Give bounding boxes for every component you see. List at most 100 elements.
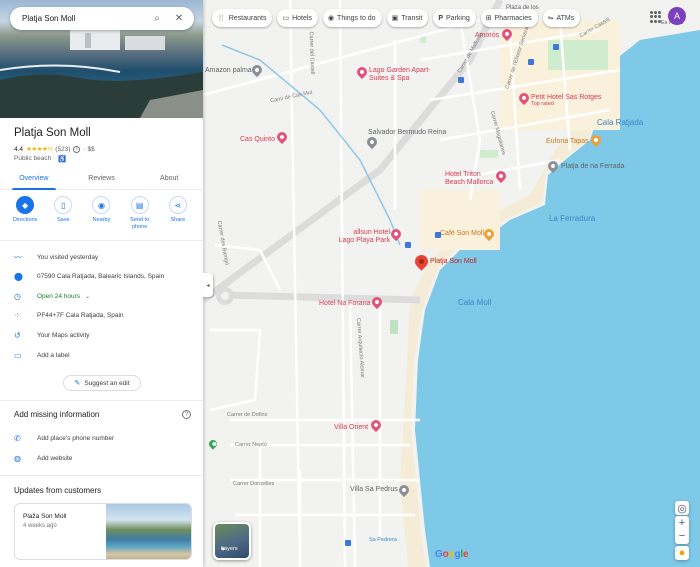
map-label-cas-quinto[interactable]: Cas Quinto: [240, 136, 275, 143]
map-label-sa-pedrera: Sa Pedrera: [369, 537, 397, 543]
hotel-icon: ▭: [282, 15, 290, 22]
divider: [0, 400, 203, 401]
map-label-top-rated: Top rated: [531, 101, 554, 107]
category-chips: 🍴 Restaurants ▭ Hotels ◉ Things to do ▣ Tran…: [212, 9, 581, 27]
update-card-title: Plaža Son Moll: [23, 513, 67, 520]
place-panel: ⌕ ✕ Platja Son Moll 4.4 ★★★★½ (523) i · …: [0, 0, 203, 567]
category-row: Public beach · ♿: [14, 155, 66, 163]
review-count[interactable]: (523): [55, 146, 70, 153]
chip-hotels[interactable]: ▭ Hotels: [277, 9, 318, 27]
phone-icon: ✆: [14, 433, 21, 443]
parking-icon: P: [438, 14, 444, 22]
send-to-phone-button[interactable]: ▤ Send to phone: [124, 196, 156, 231]
trending-icon: 〰: [14, 252, 22, 262]
add-phone-row[interactable]: ✆ Add place's phone number: [0, 429, 203, 447]
globe-icon: ◍: [14, 453, 21, 463]
my-location-icon[interactable]: ◎: [675, 501, 689, 515]
updates-title: Updates from customers: [14, 486, 102, 495]
update-card[interactable]: Plaža Son Moll 4 weeks ago: [14, 503, 192, 560]
pegman-icon[interactable]: ●: [675, 546, 689, 560]
info-circle-icon[interactable]: i: [73, 145, 81, 153]
bus-stop-icon[interactable]: [458, 77, 464, 83]
close-icon[interactable]: ✕: [172, 13, 186, 24]
chip-things-to-do[interactable]: ◉ Things to do: [322, 9, 382, 27]
hours-row[interactable]: ◷ Open 24 hours ⌄: [0, 287, 203, 305]
rating-value: 4.4: [14, 145, 24, 153]
plus-code-icon: ⁘: [14, 310, 21, 320]
atm-icon: ⇋: [547, 15, 554, 22]
help-icon[interactable]: ?: [182, 410, 191, 419]
bus-stop-icon[interactable]: [528, 59, 534, 65]
bus-stop-icon[interactable]: [435, 232, 441, 238]
transit-icon: ▣: [391, 15, 399, 22]
add-label-row[interactable]: ▭ Add a label: [0, 346, 203, 364]
street-label: Carrer de Dofins: [227, 412, 268, 418]
location-pin-icon: ⬤: [14, 271, 23, 281]
visited-row[interactable]: 〰 You visited yesterday: [0, 248, 203, 266]
tab-overview[interactable]: Overview: [0, 167, 68, 190]
map-label-platja-de-na-ferrada[interactable]: Platja de na Ferrada: [561, 163, 624, 170]
bus-stop-icon[interactable]: [345, 540, 351, 546]
map-label-triton[interactable]: Hotel Triton Beach Mallorca: [445, 171, 495, 187]
map-label-cafe-son-moll[interactable]: Café Son Moll: [440, 230, 484, 237]
update-card-date: 4 weeks ago: [23, 523, 57, 529]
chip-transit[interactable]: ▣ Transit: [386, 9, 429, 27]
bus-stop-icon[interactable]: [405, 242, 411, 248]
nearby-button[interactable]: ◉ Nearby: [85, 196, 117, 231]
account-avatar[interactable]: A: [668, 7, 686, 25]
suggest-edit-button[interactable]: ✎ Suggest an edit: [63, 375, 141, 391]
map-label-villa-sa-pedrus[interactable]: Villa Sa Pedrus: [350, 486, 398, 493]
pharmacy-icon: ⊞: [485, 15, 492, 22]
google-logo: Google: [435, 549, 469, 560]
search-icon[interactable]: ⌕: [150, 13, 164, 24]
collapse-panel-button[interactable]: ◂: [203, 273, 213, 297]
pencil-icon: ✎: [74, 380, 81, 387]
map-label-villa-orient[interactable]: Villa Orient: [334, 424, 368, 431]
map-label-euforia[interactable]: Euforia Tapas: [546, 138, 589, 145]
place-title: Platja Son Moll: [14, 127, 91, 139]
chevron-down-icon: ⌄: [85, 293, 91, 300]
directions-icon: ◆: [16, 196, 35, 214]
plus-code-row[interactable]: ⁘ PF44+7F Cala Ratjada, Spain: [0, 306, 203, 324]
chip-parking[interactable]: P Parking: [433, 9, 476, 27]
clock-icon: ◷: [14, 291, 21, 301]
map-label-petit-hotel[interactable]: Petit Hotel Sas Rotges: [531, 94, 601, 101]
address-row[interactable]: ⬤ 07590 Cala Ratjada, Balearic Islands, …: [0, 267, 203, 285]
map-label-amazon[interactable]: Amazon palma: [205, 67, 252, 74]
restaurant-icon: 🍴: [217, 15, 226, 22]
apps-grid-icon[interactable]: [650, 11, 662, 23]
map-label-platja-son-moll[interactable]: Platja Son Moll: [430, 258, 477, 265]
tab-about[interactable]: About: [135, 167, 203, 189]
map-label-cala-ratjada[interactable]: Cala Ratjada: [597, 118, 643, 127]
directions-button[interactable]: ◆ Directions: [9, 196, 41, 231]
layers-button[interactable]: ◈ Layers: [213, 522, 251, 560]
map-label-na-forana[interactable]: Hotel Na Forana: [319, 300, 370, 307]
map-label-salvador[interactable]: Salvador Bermudo Reina: [368, 129, 446, 136]
camera-icon: ◉: [327, 15, 335, 22]
place-tabs: Overview Reviews About: [0, 167, 203, 190]
label-icon: ▭: [14, 350, 22, 360]
wheelchair-icon[interactable]: ♿: [58, 155, 66, 163]
chip-restaurants[interactable]: 🍴 Restaurants: [212, 9, 273, 27]
divider: [0, 475, 203, 476]
maps-activity-row[interactable]: ↺ Your Maps activity: [0, 326, 203, 344]
place-category[interactable]: Public beach ·: [14, 155, 55, 163]
zoom-out-button[interactable]: −: [679, 530, 685, 543]
bookmark-icon: ▯: [54, 196, 73, 214]
share-button[interactable]: ⋖ Share: [162, 196, 194, 231]
map-label-lago-garden[interactable]: Lago Garden Apart-Suites & Spa: [369, 67, 439, 83]
zoom-in-button[interactable]: +: [679, 517, 685, 530]
save-button[interactable]: ▯ Save: [47, 196, 79, 231]
update-card-photo[interactable]: [106, 504, 191, 559]
bus-stop-icon[interactable]: [553, 44, 559, 50]
chip-pharmacies[interactable]: ⊞ Pharmacies: [480, 9, 538, 27]
map-label-allsun[interactable]: allsun Hotel Lago Playa Park: [338, 229, 390, 245]
tab-reviews[interactable]: Reviews: [68, 167, 136, 189]
phone-send-icon: ▤: [130, 196, 149, 214]
search-box[interactable]: ⌕ ✕: [10, 7, 194, 30]
street-label: Carrer Donzelles: [233, 481, 275, 487]
add-website-row[interactable]: ◍ Add website: [0, 449, 203, 467]
chip-atms[interactable]: ⇋ ATMs: [542, 9, 581, 27]
nearby-icon: ◉: [92, 196, 111, 214]
search-input[interactable]: [22, 14, 142, 23]
